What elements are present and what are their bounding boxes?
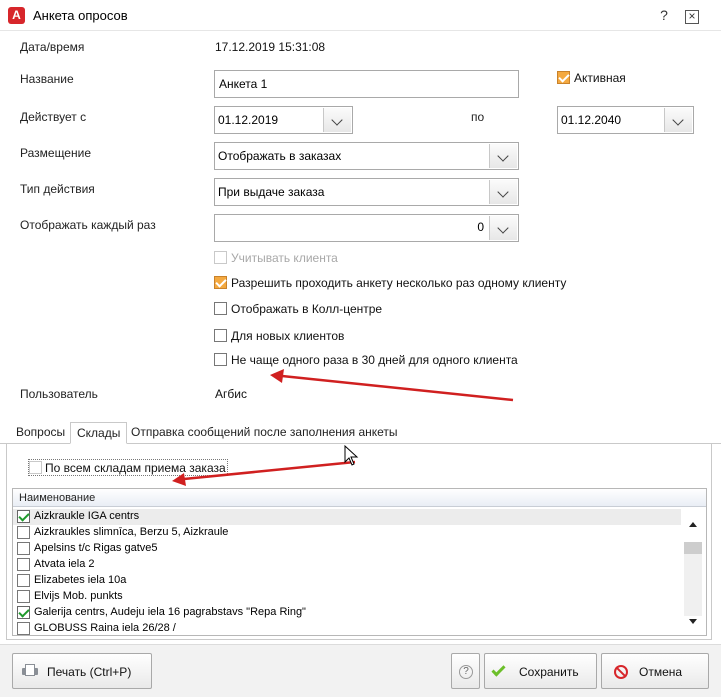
grid-header: Наименование — [13, 489, 706, 507]
close-icon: × — [685, 10, 699, 24]
table-row[interactable]: Apelsins t/c Rigas gatve5 — [13, 541, 681, 557]
allow-repeat-label: Разрешить проходить анкету несколько раз… — [231, 276, 567, 290]
table-row[interactable]: Elvijs Mob. punkts — [13, 589, 681, 605]
show-call-center-checkbox[interactable] — [214, 302, 227, 315]
scroll-thumb[interactable] — [684, 542, 702, 554]
action-type-label: Тип действия — [20, 182, 95, 196]
valid-to-dropdown-button[interactable] — [664, 108, 692, 132]
table-row[interactable]: Galerija centrs, Audeju iela 16 pagrabst… — [13, 605, 681, 621]
title-bar: A Анкета опросов ? × — [0, 0, 721, 31]
chevron-down-icon — [497, 150, 509, 162]
valid-from-datepicker[interactable]: 01.12.2019 — [214, 106, 353, 134]
chevron-down-icon — [331, 114, 343, 126]
help-title-button[interactable]: ? — [652, 5, 676, 25]
checkmark-icon — [491, 662, 506, 677]
warehouses-grid: Наименование Aizkraukle IGA centrs Aizkr… — [12, 488, 707, 636]
close-button[interactable]: × — [680, 5, 704, 25]
row-name: Aizkraukles slimnīca, Berzu 5, Aizkraule — [34, 526, 229, 538]
chevron-down-icon — [672, 114, 684, 126]
scroll-up-icon[interactable] — [689, 522, 697, 527]
save-button[interactable]: Сохранить — [484, 653, 597, 689]
valid-from-dropdown-button[interactable] — [323, 108, 351, 132]
allow-repeat-checkbox[interactable] — [214, 276, 227, 289]
name-input[interactable]: Анкета 1 — [214, 70, 519, 98]
count-client-label: Учитывать клиента — [231, 251, 338, 265]
printer-icon — [22, 664, 38, 678]
valid-to-value: 01.12.2040 — [561, 113, 622, 127]
row-checkbox[interactable] — [17, 606, 30, 619]
row-name: Elizabetes iela 10a — [34, 574, 127, 586]
datetime-value: 17.12.2019 15:31:08 — [215, 40, 326, 54]
table-row[interactable]: GLOBUSS Raina iela 26/28 / — [13, 621, 681, 635]
once-per-30-days-label: Не чаще одного раза в 30 дней для одного… — [231, 353, 518, 367]
user-label: Пользователь — [20, 387, 98, 401]
row-checkbox[interactable] — [17, 622, 30, 635]
help-button[interactable]: ? — [451, 653, 480, 689]
action-type-dropdown-button[interactable] — [489, 180, 517, 204]
cancel-icon — [614, 665, 628, 679]
row-checkbox[interactable] — [17, 542, 30, 555]
valid-to-datepicker[interactable]: 01.12.2040 — [557, 106, 694, 134]
action-type-select[interactable]: При выдаче заказа — [214, 178, 519, 206]
show-every-value: 0 — [477, 220, 484, 234]
action-type-value: При выдаче заказа — [218, 185, 325, 199]
all-warehouses-label: По всем складам приема заказа — [45, 461, 226, 475]
row-checkbox[interactable] — [17, 558, 30, 571]
save-button-label: Сохранить — [519, 665, 579, 679]
row-name: Aizkraukle IGA centrs — [34, 510, 140, 522]
cancel-button[interactable]: Отмена — [601, 653, 709, 689]
print-button-label: Печать (Ctrl+P) — [47, 665, 132, 679]
valid-to-label: по — [471, 110, 485, 124]
row-name: Apelsins t/c Rigas gatve5 — [34, 542, 158, 554]
row-checkbox[interactable] — [17, 510, 30, 523]
new-clients-label: Для новых клиентов — [231, 329, 345, 343]
tab-questions[interactable]: Вопросы — [12, 425, 69, 439]
window-title: Анкета опросов — [33, 8, 128, 23]
placement-label: Размещение — [20, 146, 91, 160]
chevron-down-icon — [497, 222, 509, 234]
footer-bar: Печать (Ctrl+P) ? Сохранить Отмена — [0, 644, 721, 697]
all-warehouses-checkbox[interactable] — [29, 461, 42, 474]
row-name: Elvijs Mob. punkts — [34, 590, 123, 602]
show-every-dropdown-button[interactable] — [489, 216, 517, 240]
cancel-button-label: Отмена — [639, 665, 683, 679]
tab-messages[interactable]: Отправка сообщений после заполнения анке… — [127, 425, 402, 439]
row-checkbox[interactable] — [17, 526, 30, 539]
show-every-spinner[interactable]: 0 — [214, 214, 519, 242]
row-checkbox[interactable] — [17, 590, 30, 603]
count-client-checkbox — [214, 251, 227, 264]
valid-from-value: 01.12.2019 — [218, 113, 279, 127]
show-call-center-label: Отображать в Колл-центре — [231, 302, 383, 316]
grid-scrollbar[interactable] — [681, 508, 706, 635]
row-name: Atvata iela 2 — [34, 558, 95, 570]
valid-from-label: Действует с — [20, 110, 87, 124]
row-name: Galerija centrs, Audeju iela 16 pagrabst… — [34, 606, 306, 618]
placement-dropdown-button[interactable] — [489, 144, 517, 168]
chevron-down-icon — [497, 186, 509, 198]
row-checkbox[interactable] — [17, 574, 30, 587]
print-button[interactable]: Печать (Ctrl+P) — [12, 653, 152, 689]
row-name: GLOBUSS Raina iela 26/28 / — [34, 622, 176, 634]
table-row[interactable]: Aizkraukles slimnīca, Berzu 5, Aizkraule — [13, 525, 681, 541]
help-icon: ? — [459, 665, 473, 679]
app-logo-icon: A — [8, 7, 25, 24]
once-per-30-days-checkbox[interactable] — [214, 353, 227, 366]
active-checkbox[interactable] — [557, 71, 570, 84]
red-arrow-1 — [270, 369, 514, 402]
datetime-label: Дата/время — [20, 40, 85, 54]
table-row[interactable]: Aizkraukle IGA centrs — [13, 509, 681, 525]
scroll-down-icon[interactable] — [689, 619, 697, 624]
show-every-label: Отображать каждый раз — [20, 218, 156, 232]
user-value: Агбис — [215, 387, 247, 401]
placement-value: Отображать в заказах — [218, 149, 342, 163]
active-label: Активная — [574, 71, 626, 85]
table-row[interactable]: Atvata iela 2 — [13, 557, 681, 573]
column-header-name[interactable]: Наименование — [19, 492, 95, 504]
tab-warehouses[interactable]: Склады — [70, 422, 128, 444]
name-label: Название — [20, 72, 74, 86]
placement-select[interactable]: Отображать в заказах — [214, 142, 519, 170]
new-clients-checkbox[interactable] — [214, 329, 227, 342]
scroll-track[interactable] — [684, 542, 702, 616]
table-row[interactable]: Elizabetes iela 10a — [13, 573, 681, 589]
